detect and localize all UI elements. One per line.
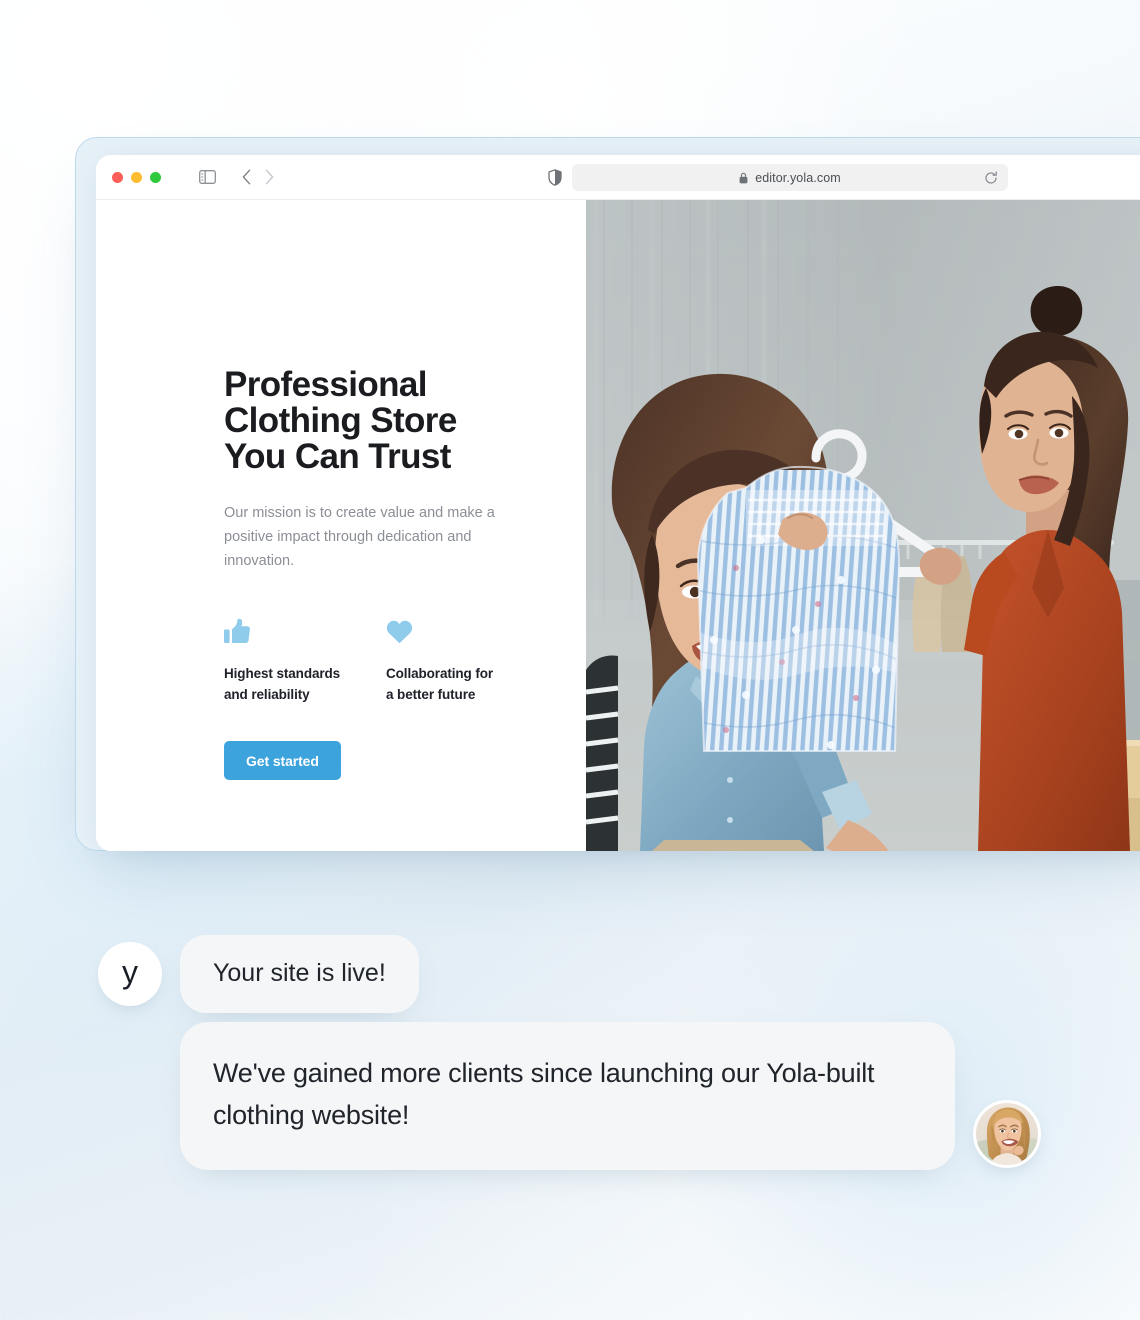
close-button[interactable] <box>112 171 123 183</box>
chat-bubble: Your site is live! <box>180 935 419 1013</box>
lock-icon <box>739 172 748 184</box>
yola-logo-letter: y <box>122 954 138 990</box>
hero-left-column: Professional Clothing Store You Can Trus… <box>96 200 586 851</box>
minimize-button[interactable] <box>131 171 142 183</box>
zoom-button[interactable] <box>150 171 161 183</box>
heart-icon <box>386 614 548 644</box>
chat-message-text: Your site is live! <box>213 959 386 987</box>
chat-message-text: We've gained more clients since launchin… <box>213 1058 875 1130</box>
thumbs-up-icon <box>224 614 386 644</box>
url-content: editor.yola.com <box>739 171 841 185</box>
sidebar-icon[interactable] <box>199 170 216 184</box>
chat-message-row: We've gained more clients since launchin… <box>180 1022 1041 1170</box>
window-traffic-lights <box>112 171 161 183</box>
url-input[interactable]: editor.yola.com <box>572 164 1008 191</box>
feature-label: Collaborating for a better future <box>386 666 494 702</box>
browser-window: editor.yola.com Professional Clothing St… <box>96 155 1140 851</box>
feature-item: Collaborating for a better future <box>386 614 548 705</box>
shield-icon[interactable] <box>548 169 562 186</box>
clothing-store-photo <box>586 200 1140 851</box>
get-started-button[interactable]: Get started <box>224 741 341 780</box>
chat-bubble: We've gained more clients since launchin… <box>180 1022 955 1170</box>
feature-item: Highest standards and reliability <box>224 614 386 705</box>
browser-toolbar: editor.yola.com <box>96 155 1140 200</box>
feature-list: Highest standards and reliability Collab… <box>224 614 554 705</box>
url-text: editor.yola.com <box>755 170 841 185</box>
chevron-left-icon[interactable] <box>242 169 251 185</box>
yola-logo-avatar: y <box>98 942 162 1006</box>
chat-message-row: y Your site is live! <box>98 935 419 1013</box>
customer-avatar <box>973 1100 1041 1168</box>
address-bar-area: editor.yola.com <box>548 164 1008 191</box>
hero-photo <box>586 200 1140 851</box>
feature-label: Highest standards and reliability <box>224 666 341 702</box>
page-title: Professional Clothing Store You Can Trus… <box>224 365 457 476</box>
hero-subtitle: Our mission is to create value and make … <box>224 505 495 569</box>
website-preview: Professional Clothing Store You Can Trus… <box>96 200 1140 851</box>
chevron-right-icon[interactable] <box>265 169 274 185</box>
reload-icon[interactable] <box>984 170 998 185</box>
